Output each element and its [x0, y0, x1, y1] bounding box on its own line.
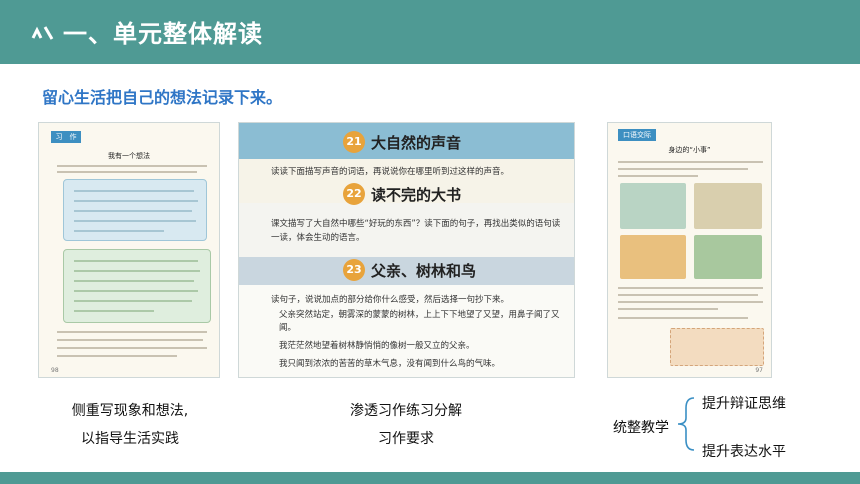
exercise-text: 课文描写了大自然中哪些“好玩的东西”？读下面的句子，再找出类似的语句读一读，体会… — [271, 219, 561, 243]
lesson-number: 21 — [343, 131, 365, 153]
text-line — [57, 339, 203, 341]
page-title: 一、单元整体解读 — [63, 20, 263, 48]
text-line — [57, 355, 177, 357]
sentence-item: 父亲突然站定，朝雾深的蒙蒙的树林，上上下下地望了又望，用鼻子闻了又闻。 — [279, 310, 560, 333]
header-bar: 一、单元整体解读 — [0, 0, 860, 64]
textbook-page-oral: 口语交际 身边的“小事” 97 — [607, 122, 772, 378]
lesson-title: 父亲、树林和鸟 — [371, 262, 477, 280]
caption-left-line1: 侧重写现象和想法, — [71, 403, 189, 419]
textbook-page-writing: 习 作 我有一个想法 98 — [38, 122, 220, 378]
tip-box — [670, 328, 764, 366]
illustration-image — [694, 183, 762, 229]
section-tag: 口语交际 — [618, 129, 656, 141]
caption-left-line2: 以指导生活实践 — [81, 431, 179, 447]
text-line — [57, 347, 207, 349]
section-tag: 习 作 — [51, 131, 81, 143]
page-number: 98 — [51, 367, 59, 374]
example-bubble — [63, 179, 207, 241]
footer-bar — [0, 472, 860, 484]
caption-right-top: 提升辩证思维 — [702, 396, 786, 412]
exercise-text: 读读下面描写声音的词语，再说说你在哪里听到过这样的声音。 — [271, 167, 510, 177]
caption-mid-line2: 习作要求 — [378, 431, 434, 447]
brace-icon — [677, 397, 695, 451]
lesson-number: 23 — [343, 259, 365, 281]
caption-mid-line1: 渗透习作练习分解 — [350, 403, 462, 419]
sentence-item: 我茫茫然地望着树林静悄悄的像树一般又立的父亲。 — [279, 341, 475, 351]
illustration-image — [620, 183, 686, 229]
text-line — [57, 171, 197, 173]
illustration-image — [694, 235, 762, 279]
page-number: 97 — [755, 367, 763, 374]
page-heading: 身边的“小事” — [668, 146, 711, 154]
lesson-number: 22 — [343, 183, 365, 205]
text-line — [57, 331, 207, 333]
exercise-text: 读句子，说说加点的部分给你什么感受，然后选择一句抄下来。 — [271, 295, 510, 305]
example-bubble — [63, 249, 211, 323]
section-subtitle: 留心生活把自己的想法记录下来。 — [42, 88, 283, 107]
lesson-title: 大自然的声音 — [371, 134, 462, 152]
text-line — [57, 165, 207, 167]
lesson-title: 读不完的大书 — [371, 186, 462, 204]
chevron-icon — [31, 26, 54, 40]
caption-right-bottom: 提升表达水平 — [702, 444, 786, 460]
illustration-image — [620, 235, 686, 279]
textbook-page-exercises: 21 大自然的声音 读读下面描写声音的词语，再说说你在哪里听到过这样的声音。 2… — [238, 122, 575, 378]
page-heading: 我有一个想法 — [108, 152, 150, 160]
caption-right-main: 统整教学 — [613, 420, 669, 436]
sentence-item: 我只闻到浓浓的苦苦的草木气息，没有闻到什么鸟的气味。 — [279, 359, 501, 369]
